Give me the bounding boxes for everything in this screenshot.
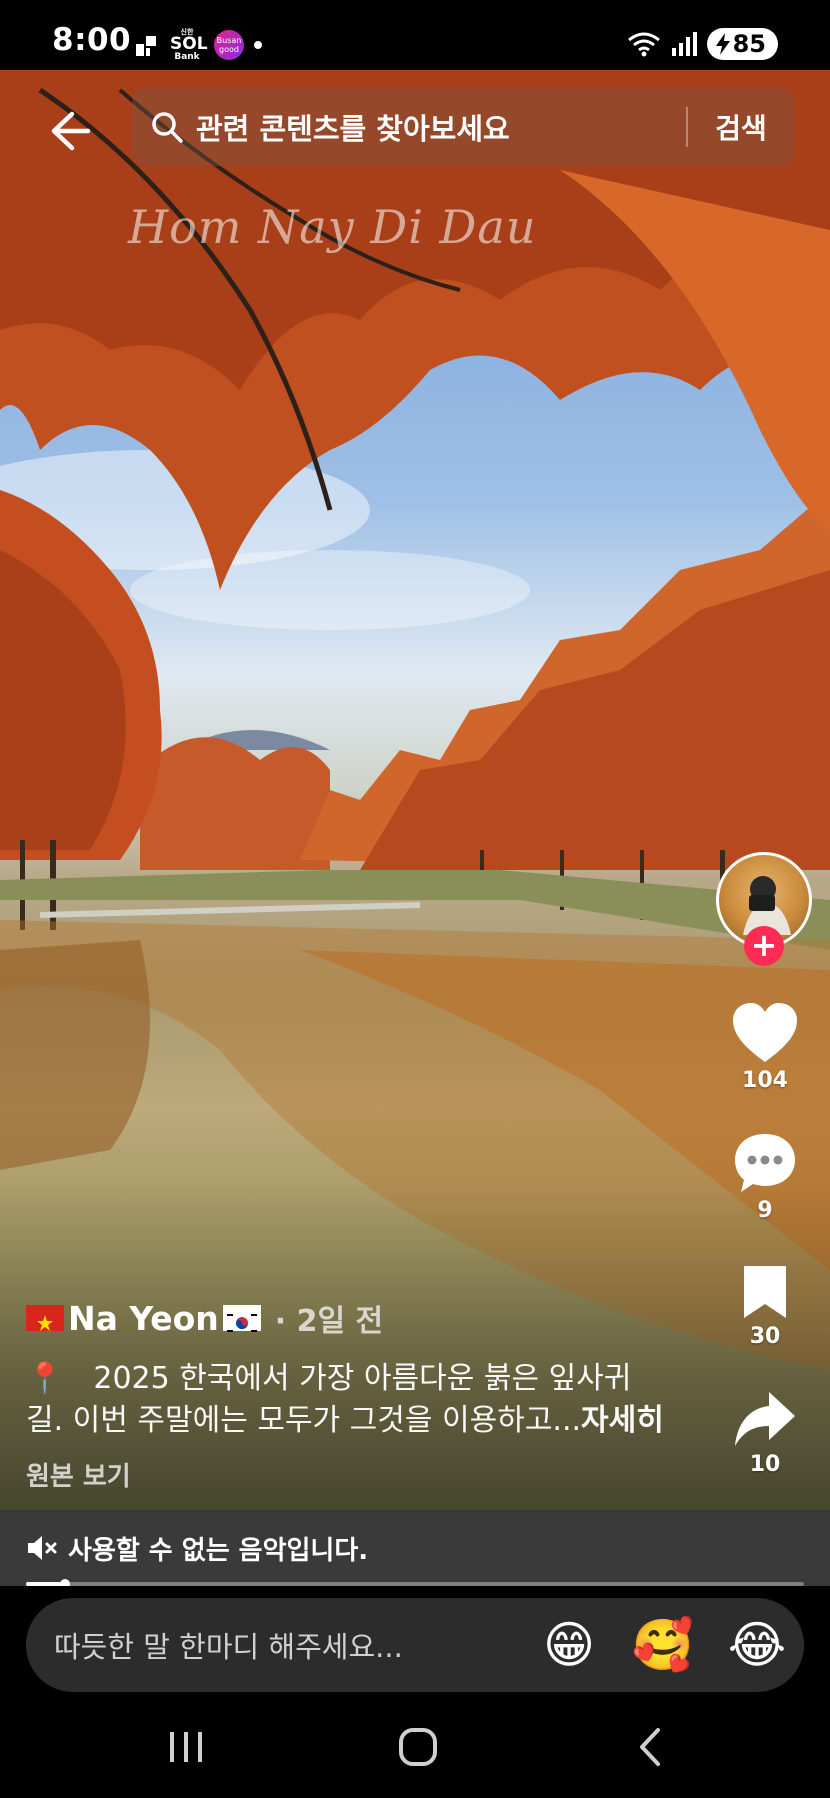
share-arrow-icon [735,1392,795,1446]
view-original-link[interactable]: 원본 보기 [26,1456,131,1493]
like-action[interactable]: 104 [726,1002,804,1093]
post-caption[interactable]: 📍 2025 한국에서 가장 아름다운 붉은 잎사귀 길. 이번 주말에는 모두… [26,1358,676,1442]
back-arrow-icon[interactable] [40,104,94,158]
back-nav-icon[interactable] [620,1722,680,1772]
heart-icon [733,1003,797,1062]
music-unavailable-text: 사용할 수 없는 음악입니다. [68,1535,369,1566]
share-action[interactable]: 10 [726,1390,804,1477]
sol-bank-logo: 신한 SOL Bank [170,28,208,62]
busan-logo: Busan good [214,30,244,60]
search-bar[interactable]: 관련 콘텐츠를 찾아보세요 검색 [132,88,794,166]
share-count: 10 [749,1452,781,1477]
follow-plus-button[interactable]: + [744,926,784,966]
more-notifications-dot [254,41,262,49]
home-icon[interactable] [388,1722,448,1772]
save-count: 30 [749,1324,781,1349]
battery-level: 85 [732,30,766,58]
see-more-link[interactable]: 자세히 [581,1403,664,1438]
wifi-icon [627,32,660,57]
status-time: 8:00 [52,22,132,58]
korea-flag-icon [222,1305,261,1332]
signal-icon [671,32,697,56]
bank-logo-sub: Bank [174,52,200,62]
author-name[interactable]: Na Yeon [68,1299,219,1338]
battery-icon: 85 [706,28,778,60]
search-icon [152,112,183,143]
save-action[interactable]: 30 [726,1264,804,1349]
status-notification-icons: 신한 SOL Bank Busan good [134,28,262,62]
post-time: · 2일 전 [274,1304,384,1339]
vietnam-flag-icon [26,1305,64,1331]
notification-icon [136,36,156,56]
emoji-grin-button[interactable]: 😁 [522,1598,616,1692]
comment-count: 9 [757,1198,773,1223]
comment-action[interactable]: 9 [726,1132,804,1223]
video-watermark: Hom Nay Di Dau [128,200,537,254]
search-button[interactable]: 검색 [688,107,794,147]
author-row[interactable]: Na Yeon · 2일 전 [26,1296,383,1340]
video-player[interactable]: Hom Nay Di Dau [0,70,830,1510]
bank-logo-big: SOL [170,34,208,54]
status-right: 85 [627,28,778,60]
emoji-laugh-button[interactable]: 😂 [710,1598,804,1692]
charging-bolt-icon [715,33,730,55]
music-bar[interactable]: 사용할 수 없는 음악입니다. [0,1510,830,1586]
comment-input[interactable]: 따듯한 말 한마디 해주세요... [54,1624,522,1666]
caption-text: 📍 2025 한국에서 가장 아름다운 붉은 잎사귀 길. 이번 주말에는 모두… [26,1361,632,1438]
recent-apps-icon[interactable] [156,1722,216,1772]
bookmark-icon [744,1266,786,1318]
comment-bubble-icon [735,1134,795,1192]
muted-speaker-icon [28,1536,57,1560]
like-count: 104 [742,1068,788,1093]
comment-input-bar[interactable]: 따듯한 말 한마디 해주세요... 😁 🥰 😂 [26,1598,804,1692]
emoji-love-button[interactable]: 🥰 [616,1598,710,1692]
search-input[interactable]: 관련 콘텐츠를 찾아보세요 [196,106,686,148]
